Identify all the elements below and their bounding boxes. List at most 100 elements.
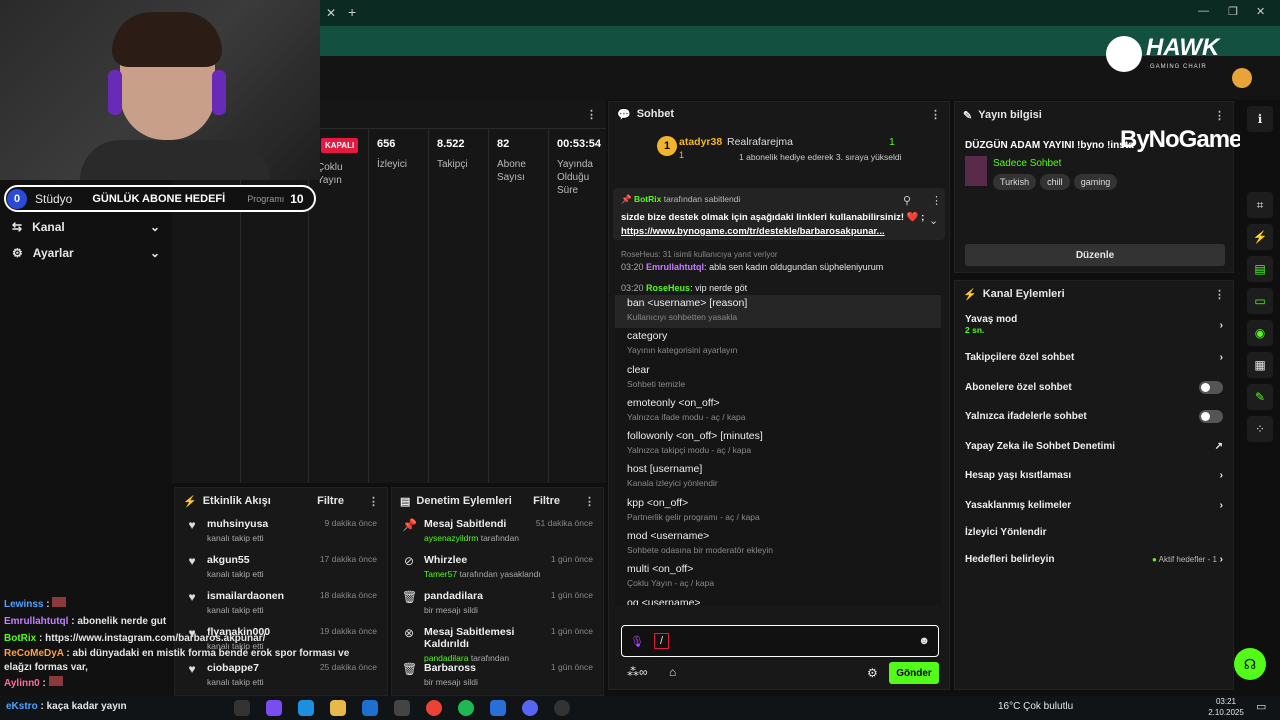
sidebar-item-ayarlar[interactable]: ⚙ Ayarlar ⌄ (12, 246, 160, 260)
chrome-icon[interactable] (426, 700, 442, 716)
broadcast-icon[interactable]: ◉ (1247, 320, 1273, 346)
microphone-icon[interactable]: 🎙 (630, 635, 644, 648)
action-followers-only[interactable]: Takipçilere özel sohbet › (955, 343, 1233, 373)
points-icon[interactable]: ⁂∞ (627, 665, 648, 679)
more-icon[interactable]: ⋮ (1214, 288, 1225, 301)
more-icon[interactable]: ⋮ (930, 108, 941, 121)
toggle-switch[interactable] (1199, 380, 1223, 394)
stat-subscribers: 82 Abone Sayısı (488, 128, 548, 483)
filter-button[interactable]: Filtre (533, 495, 560, 508)
wrench-icon[interactable]: ✎ (1247, 384, 1273, 410)
action-host[interactable]: İzleyici Yönlendir (955, 520, 1233, 545)
layout-icon[interactable]: ▦ (1247, 352, 1273, 378)
action-subscribers-only[interactable]: Abonelere özel sohbet (955, 373, 1233, 403)
pin-icon[interactable]: ⚲ (903, 194, 911, 207)
list-item[interactable]: 🗑 Barbaross bir mesajı sildi 1 gün önce (392, 658, 603, 694)
discord-icon[interactable] (522, 700, 538, 716)
category-link[interactable]: Sadece Sohbet (993, 158, 1061, 169)
command-item[interactable]: og <username> (615, 595, 941, 605)
action-emotes-only[interactable]: Yalnızca ifadelerle sohbet (955, 402, 1233, 432)
obs-icon[interactable] (554, 700, 570, 716)
dots-icon[interactable]: ⁘ (1247, 416, 1273, 442)
status-badge: KAPALI (321, 138, 359, 153)
top-gifter-name[interactable]: atadyr38 (679, 136, 722, 148)
category-thumbnail (965, 156, 987, 186)
unpin-icon: ⊗ (403, 626, 415, 640)
pinned-link[interactable]: https://www.bynogame.com/tr/destekle/bar… (621, 226, 885, 237)
pin-icon: 📌 (402, 518, 417, 532)
action-goals[interactable]: Hedefleri belirleyin ● Aktif hedefler - 1… (955, 545, 1233, 575)
action-ai-moderation[interactable]: Yapay Zeka ile Sohbet Denetimi ↗ (955, 432, 1233, 462)
close-tab-icon[interactable]: ✕ (326, 6, 336, 20)
list-item[interactable]: ⊘ Whirzlee Tamer57 tarafından yasaklandı 1 … (392, 550, 603, 586)
action-slow-mode[interactable]: Yavaş mod 2 sn. › (955, 307, 1233, 343)
list-item[interactable]: 📌 Mesaj Sabitlendi aysenazyildrm tarafında… (392, 514, 603, 550)
app-icon[interactable] (490, 700, 506, 716)
more-icon[interactable]: ⋮ (931, 194, 942, 207)
toggle-switch[interactable] (1199, 410, 1223, 424)
command-item[interactable]: clear Sohbeti temizle (615, 362, 941, 395)
list-item[interactable]: ♥ akgun55 kanalı takip etti 17 dakika önce (175, 550, 387, 586)
command-item[interactable]: host [username] Kanala izleyici yönlendir (615, 461, 941, 494)
filter-button[interactable]: Filtre (317, 495, 344, 508)
chat-input[interactable]: 🎙 / ☻ (621, 625, 939, 657)
bolt-icon[interactable]: ⚡ (1247, 224, 1273, 250)
task-view-icon[interactable] (234, 700, 250, 716)
close-window-button[interactable]: ✕ (1256, 5, 1265, 18)
command-item[interactable]: mod <username> Sohbete odasına bir modera… (615, 528, 941, 561)
new-tab-button[interactable]: + (348, 4, 356, 20)
sidebar-item-studio[interactable]: Stüdyo (35, 192, 72, 206)
subscriber-goal-bar: 0 Stüdyo GÜNLÜK ABONE HEDEFİ Programı 10 (4, 185, 316, 212)
gear-icon[interactable]: ⚙ (867, 666, 878, 680)
action-banned-words[interactable]: Yasaklanmış kelimeler › (955, 491, 1233, 521)
notification-icon[interactable]: ▭ (1256, 700, 1266, 713)
xbox-icon[interactable] (394, 700, 410, 716)
more-icon[interactable]: ⋮ (1214, 109, 1225, 122)
list-item[interactable]: 🗑 pandadilara bir mesajı sildi 1 gün önce (392, 586, 603, 622)
list-item[interactable]: ⊗ Mesaj Sabitlemesi Kaldırıldı pandadilara… (392, 622, 603, 663)
scan-icon[interactable]: ⌗ (1247, 192, 1273, 218)
chat-icon[interactable]: ▭ (1247, 288, 1273, 314)
hawk-logo: HAWK GAMING CHAIR (1106, 34, 1219, 74)
command-item[interactable]: followonly <on_off> [minutes] Yalnızca ta… (615, 428, 941, 461)
right-toolbar: ℹ ⌗ ⚡ ▤ ▭ ◉ ▦ ✎ ⁘ (1240, 100, 1280, 696)
more-icon[interactable]: ⋮ (368, 495, 379, 508)
pinned-message[interactable]: 📌 BotRix tarafından sabitlendi sizde biz… (613, 188, 945, 240)
command-item[interactable]: multi <on_off> Çoklu Yayın - aç / kapa (615, 561, 941, 594)
clipboard-icon[interactable]: ▤ (1247, 256, 1273, 282)
bolt-icon: ⚡ (183, 495, 197, 508)
sidebar-item-kanal[interactable]: ⇆ Kanal ⌄ (12, 220, 160, 234)
chevron-down-icon[interactable]: ⌄ (929, 214, 938, 227)
restore-button[interactable]: ❐ (1228, 5, 1238, 18)
moderation-panel: ▤ Denetim Eylemleri Filtre ⋮ 📌 Mesaj Sabitle… (391, 487, 604, 696)
pencil-icon: ✎ (963, 109, 973, 122)
chevron-right-icon: › (1219, 319, 1223, 331)
gifter-name[interactable]: Realrafarejma (727, 136, 793, 148)
more-icon[interactable]: ⋮ (586, 108, 597, 121)
command-item[interactable]: kpp <on_off> Partnerlik gelir programı - … (615, 495, 941, 528)
command-item[interactable]: ban <username> [reason] Kullanıcıyı sohbe… (615, 295, 941, 329)
info-icon[interactable]: ℹ (1247, 106, 1273, 132)
list-item[interactable]: ♥ muhsinyusa kanalı takip etti 9 dakika önc… (175, 514, 387, 550)
avatar[interactable] (1232, 68, 1252, 88)
action-account-age[interactable]: Hesap yaşı kısıtlaması › (955, 461, 1233, 491)
document-icon: ▤ (400, 495, 411, 508)
more-icon[interactable]: ⋮ (584, 495, 595, 508)
edge-icon[interactable] (298, 700, 314, 716)
command-item[interactable]: category Yayının kategorisini ayarlayın (615, 328, 941, 361)
trash-icon: 🗑 (402, 590, 418, 604)
spotify-icon[interactable] (458, 700, 474, 716)
emoji-icon[interactable]: ☻ (918, 635, 930, 647)
command-item[interactable]: emoteonly <on_off> Yalnızca ifade modu - … (615, 395, 941, 428)
minimize-button[interactable]: — (1198, 5, 1209, 17)
outlook-icon[interactable] (362, 700, 378, 716)
edit-button[interactable]: Düzenle (965, 244, 1225, 266)
copilot-icon[interactable] (266, 700, 282, 716)
explorer-icon[interactable] (330, 700, 346, 716)
users-icon: ⇆ (12, 220, 23, 234)
send-button[interactable]: Gönder (889, 662, 939, 684)
support-icon[interactable]: ☊ (1234, 648, 1266, 680)
store-icon[interactable]: ⌂ (669, 665, 676, 679)
webcam-overlay (0, 0, 320, 180)
bynogame-logo: ByNoGame (1120, 126, 1242, 153)
